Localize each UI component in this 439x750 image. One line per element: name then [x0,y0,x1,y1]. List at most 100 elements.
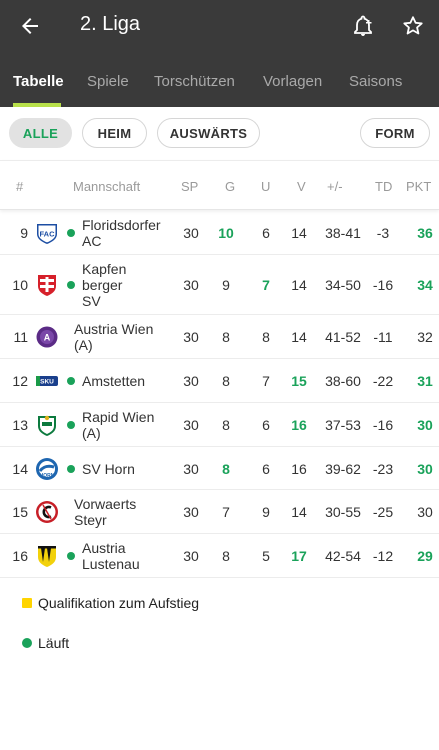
cell-v: 16 [291,417,307,433]
cell-u: 9 [262,504,270,520]
col-sp-header: SP [181,179,199,194]
team-name[interactable]: Vorwaerts Steyr [74,496,174,528]
live-dot-icon [67,229,75,237]
row-rank: 15 [12,504,28,520]
cell-sp: 30 [183,225,199,241]
sv-horn-crest-icon: HORN [35,457,59,481]
table-row[interactable]: 16 Austria Lustenau 30 8 5 17 42-54 -12 29 [0,534,439,578]
team-name[interactable]: SV Horn [82,461,182,477]
cell-td: -16 [372,277,394,293]
col-v-header: V [297,179,306,194]
cell-diff: 42-54 [325,548,361,564]
legend-live-label: Läuft [38,635,70,651]
cell-u: 8 [262,329,270,345]
team-name[interactable]: Kapfen berger SV [82,261,182,309]
cell-v: 14 [291,225,307,241]
star-outline-icon[interactable] [401,14,425,38]
cell-diff: 34-50 [325,277,361,293]
cell-pkt: 30 [417,504,433,520]
cell-g: 10 [218,225,234,241]
cell-v: 14 [291,504,307,520]
col-pkt-header: PKT [406,179,432,194]
cell-v: 14 [291,329,307,345]
app-bar: 2. Liga Tabelle Spiele Torschützen Vorla… [0,0,439,107]
team-name[interactable]: Rapid Wien (A) [82,409,182,441]
tab-bar: Tabelle Spiele Torschützen Vorlagen Sais… [0,62,439,107]
cell-pkt: 29 [417,548,433,564]
cell-diff: 38-41 [325,225,361,241]
tab-torschuetzen[interactable]: Torschützen [154,73,235,90]
table-row[interactable]: 10 Kapfen berger SV 30 9 7 14 34-50 -16 34 [0,255,439,315]
cell-v: 14 [291,277,307,293]
team-name[interactable]: Austria Lustenau [82,540,182,572]
cell-v: 17 [291,548,307,564]
cell-u: 7 [262,277,270,293]
cell-pkt: 30 [417,417,433,433]
table-header: # Mannschaft SP G U V +/- TD PKT [0,160,439,210]
tab-vorlagen[interactable]: Vorlagen [263,73,322,90]
filter-bar: ALLE HEIM AUSWÄRTS FORM [0,107,439,160]
live-dot-icon [67,552,75,560]
filter-away-button[interactable]: AUSWÄRTS [157,118,260,148]
cell-diff: 39-62 [325,460,361,477]
col-g-header: G [225,179,236,194]
table-row[interactable]: 13 Rapid Wien (A) 30 8 6 16 37-53 -16 30 [0,403,439,447]
cell-g: 8 [222,548,230,564]
cell-sp: 30 [183,504,199,520]
cell-td: -11 [373,329,393,345]
team-name[interactable]: Austria Wien (A) [74,321,174,353]
live-dot-icon [22,638,32,648]
legend-promotion: Qualifikation zum Aufstieg [0,590,439,618]
team-name[interactable]: Amstetten [82,373,182,389]
filter-home-button[interactable]: HEIM [82,118,147,148]
table-row[interactable]: 11 A Austria Wien (A) 30 8 8 14 41-52 -11 32 [0,315,439,359]
tab-spiele[interactable]: Spiele [87,73,129,90]
row-rank: 12 [12,373,28,389]
tab-saisons[interactable]: Saisons [349,73,402,90]
arrow-left-icon[interactable] [18,14,42,38]
row-rank: 9 [20,225,28,241]
table-row[interactable]: 12 SKU Amstetten 30 8 7 15 38-60 -22 31 [0,359,439,403]
svg-text:HORN: HORN [40,473,55,479]
filter-form-button[interactable]: FORM [360,118,430,148]
row-rank: 13 [12,417,28,433]
cell-sp: 30 [183,548,199,564]
svg-text:FAC: FAC [40,230,56,239]
cell-u: 6 [262,460,270,477]
rapid-wien-crest-icon [35,413,59,437]
amstetten-crest-icon: SKU [35,369,59,393]
filter-all-button[interactable]: ALLE [9,118,72,148]
live-dot-icon [67,281,75,289]
bell-plus-icon[interactable] [351,14,375,38]
cell-u: 7 [262,373,270,389]
cell-pkt: 31 [417,373,433,389]
cell-diff: 38-60 [325,373,361,389]
cell-pkt: 34 [417,277,433,293]
cell-v: 16 [291,460,307,477]
cell-sp: 30 [183,417,199,433]
cell-td: -3 [376,225,390,241]
row-rank: 16 [12,548,28,564]
live-dot-icon [67,464,75,473]
kapfenberg-crest-icon [35,273,59,297]
team-name[interactable]: Floridsdorfer AC [82,217,182,249]
austria-wien-crest-icon: A [35,325,59,349]
cell-diff: 30-55 [325,504,361,520]
svg-text:A: A [44,333,51,343]
row-rank: 11 [13,329,28,345]
cell-u: 6 [262,417,270,433]
cell-td: -12 [372,548,394,564]
table-row[interactable]: 14 HORN SV Horn 30 8 6 16 39-62 -23 30 [0,447,439,490]
page-title: 2. Liga [80,13,141,35]
promotion-marker-icon [22,598,32,608]
tab-tabelle[interactable]: Tabelle [13,73,64,90]
legend-live: Läuft [0,630,439,658]
cell-g: 8 [222,460,230,477]
cell-g: 8 [222,329,230,345]
table-row[interactable]: 9 FAC Floridsdorfer AC 30 10 6 14 38-41 -3 36 [0,211,439,255]
col-rank-header: # [16,179,24,194]
table-row[interactable]: 15 Vorwaerts Steyr 30 7 9 14 30-55 -25 30 [0,490,439,534]
vorwaerts-steyr-crest-icon [35,500,59,524]
fac-crest-icon: FAC [35,221,59,245]
austria-lustenau-crest-icon [35,544,59,568]
